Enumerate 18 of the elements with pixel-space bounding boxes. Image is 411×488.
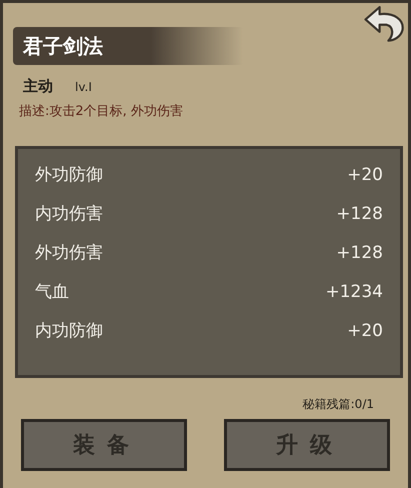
- stat-name: 外功防御: [35, 164, 103, 187]
- stat-value: +128: [336, 203, 383, 226]
- stat-name: 外功伤害: [35, 242, 103, 265]
- skill-title: 君子剑法: [23, 32, 103, 60]
- stat-value: +20: [347, 164, 383, 187]
- action-button[interactable]: 升级: [224, 419, 390, 471]
- skill-type: 主动: [23, 77, 53, 96]
- fragment-count: 秘籍残篇:0/1: [302, 396, 374, 413]
- back-arrow-icon[interactable]: [362, 3, 406, 43]
- skill-level: lv.I: [75, 80, 92, 94]
- action-button[interactable]: 装备: [21, 419, 187, 471]
- stat-value: +128: [336, 242, 383, 265]
- stat-value: +1234: [325, 281, 383, 304]
- stat-value: +20: [347, 320, 383, 343]
- stat-name: 内功防御: [35, 320, 103, 343]
- skill-description: 描述:攻击2个目标, 外功伤害: [18, 103, 184, 120]
- stat-name: 内功伤害: [35, 203, 103, 226]
- stat-name: 气血: [35, 281, 69, 304]
